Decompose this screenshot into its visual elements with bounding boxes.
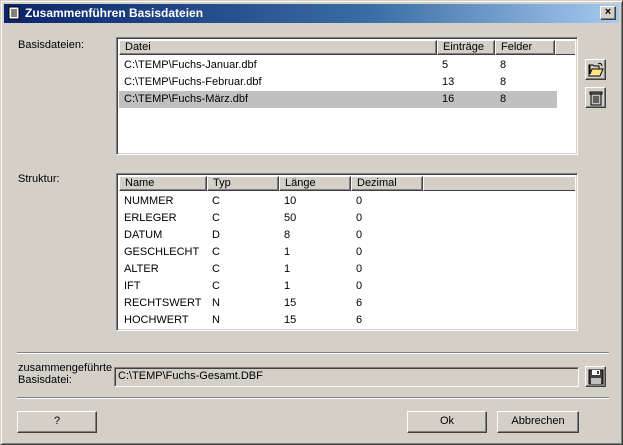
cell-typ: N (212, 297, 220, 309)
cell-dezimal: 0 (356, 229, 363, 241)
save-target-button[interactable] (585, 366, 606, 387)
cell-dezimal: 0 (356, 212, 363, 224)
cell-dezimal: 6 (356, 314, 363, 326)
cell-name: GESCHLECHT (124, 246, 200, 258)
basisdateien-label: Basisdateien: (18, 39, 85, 51)
target-path-field[interactable]: C:\TEMP\Fuchs-Gesamt.DBF (114, 367, 579, 387)
cell-dezimal: 0 (356, 280, 363, 292)
cell-typ: N (212, 314, 220, 326)
floppy-disk-icon (588, 369, 604, 385)
cell-dezimal: 0 (356, 263, 363, 275)
table-row[interactable]: RECHTSWERT N 15 6 (119, 295, 557, 312)
cell-typ: C (212, 263, 220, 275)
cell-felder: 8 (500, 59, 507, 71)
cell-dezimal: 0 (356, 246, 363, 258)
column-header-laenge[interactable]: Länge (279, 176, 351, 191)
ok-button[interactable]: Ok (407, 411, 487, 433)
cell-eintraege: 5 (442, 59, 449, 71)
table-row[interactable]: C:\TEMP\Fuchs-Februar.dbf 13 8 (119, 74, 557, 91)
ziel-label-line2: Basisdatei: (18, 374, 72, 386)
cell-eintraege: 16 (442, 93, 455, 105)
cell-laenge: 1 (284, 246, 291, 258)
cell-name: ERLEGER (124, 212, 177, 224)
cell-typ: C (212, 195, 220, 207)
cell-eintraege: 13 (442, 76, 455, 88)
cell-name: RECHTSWERT (124, 297, 202, 309)
table-row[interactable]: NUMMER C 10 0 (119, 193, 557, 210)
table-row[interactable]: C:\TEMP\Fuchs-Januar.dbf 5 8 (119, 57, 557, 74)
close-icon: × (604, 6, 612, 18)
cell-typ: C (212, 246, 220, 258)
column-header-felder[interactable]: Felder (495, 40, 555, 55)
cell-laenge: 10 (284, 195, 297, 207)
document-icon (8, 6, 20, 20)
title-bar[interactable]: Zusammenführen Basisdateien × (4, 4, 619, 23)
ziel-label: zusammengeführte Basisdatei: (18, 362, 112, 386)
cell-name: DATUM (124, 229, 163, 241)
cell-dezimal: 6 (356, 297, 363, 309)
cell-name: IFT (124, 280, 141, 292)
table-row[interactable]: HOCHWERT N 15 6 (119, 312, 557, 329)
column-header-filler (423, 176, 575, 191)
table-row[interactable]: GESCHLECHT C 1 0 (119, 244, 557, 261)
separator-bottom (17, 397, 609, 399)
column-header-eintraege[interactable]: Einträge (437, 40, 495, 55)
cell-typ: D (212, 229, 220, 241)
cell-laenge: 8 (284, 229, 291, 241)
delete-file-button[interactable] (585, 87, 606, 108)
table-row[interactable]: ALTER C 1 0 (119, 261, 557, 278)
close-button[interactable]: × (600, 6, 616, 20)
open-file-button[interactable] (585, 59, 606, 80)
cell-laenge: 50 (284, 212, 297, 224)
table-row[interactable]: DATUM D 8 0 (119, 227, 557, 244)
table-row-selected[interactable]: C:\TEMP\Fuchs-März.dbf 16 8 (119, 91, 557, 108)
cell-datei: C:\TEMP\Fuchs-Januar.dbf (124, 59, 257, 71)
cell-dezimal: 0 (356, 195, 363, 207)
cell-felder: 8 (500, 93, 507, 105)
table-row[interactable]: IFT C 1 0 (119, 278, 557, 295)
cell-name: HOCHWERT (124, 314, 189, 326)
basisdateien-header: Datei Einträge Felder (119, 40, 575, 55)
basisdateien-list[interactable]: Datei Einträge Felder C:\TEMP\Fuchs-Janu… (116, 37, 578, 155)
dialog-window: Zusammenführen Basisdateien × Basisdatei… (0, 0, 623, 445)
window-title: Zusammenführen Basisdateien (25, 6, 204, 20)
help-button[interactable]: ? (17, 411, 97, 433)
table-row[interactable]: ERLEGER C 50 0 (119, 210, 557, 227)
column-header-typ[interactable]: Typ (207, 176, 279, 191)
cell-laenge: 1 (284, 263, 291, 275)
cell-laenge: 15 (284, 314, 297, 326)
cell-datei: C:\TEMP\Fuchs-März.dbf (124, 93, 249, 105)
cell-datei: C:\TEMP\Fuchs-Februar.dbf (124, 76, 262, 88)
cancel-button[interactable]: Abbrechen (497, 411, 579, 433)
struktur-list[interactable]: Name Typ Länge Dezimal NUMMER C 10 0 ERLEGER… (116, 173, 578, 331)
cell-name: ALTER (124, 263, 159, 275)
open-folder-icon (588, 62, 604, 77)
cell-typ: C (212, 212, 220, 224)
cell-laenge: 1 (284, 280, 291, 292)
column-header-filler (555, 40, 575, 55)
column-header-dezimal[interactable]: Dezimal (351, 176, 423, 191)
struktur-label: Struktur: (18, 173, 60, 185)
cell-name: NUMMER (124, 195, 174, 207)
trash-icon (589, 91, 603, 106)
cell-felder: 8 (500, 76, 507, 88)
separator-top (17, 352, 609, 354)
column-header-name[interactable]: Name (119, 176, 207, 191)
column-header-datei[interactable]: Datei (119, 40, 437, 55)
ziel-label-line1: zusammengeführte (18, 362, 113, 374)
struktur-header: Name Typ Länge Dezimal (119, 176, 575, 191)
cell-laenge: 15 (284, 297, 297, 309)
cell-typ: C (212, 280, 220, 292)
